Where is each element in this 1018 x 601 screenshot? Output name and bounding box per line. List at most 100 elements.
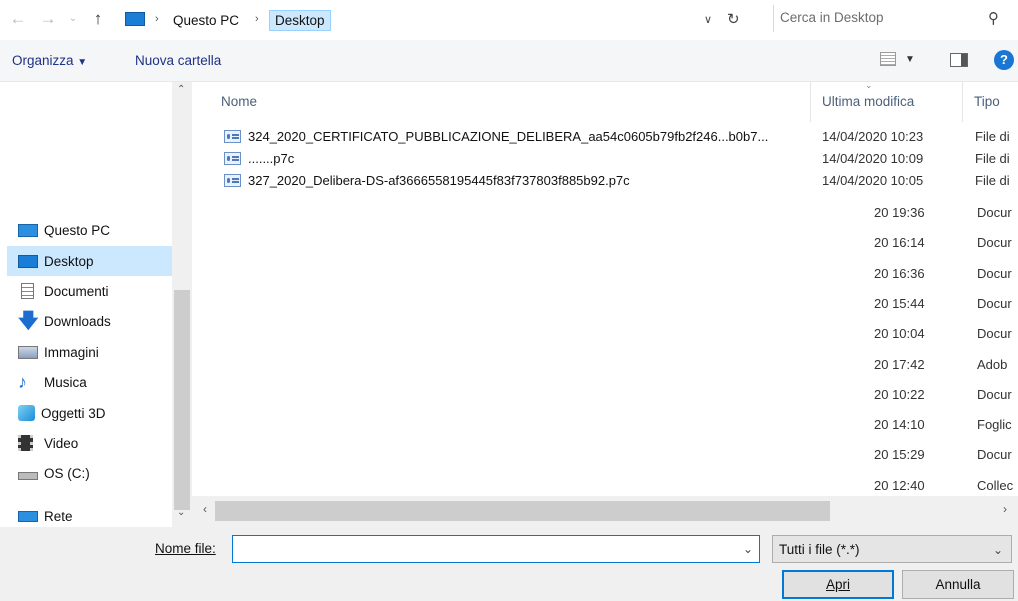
up-arrow-icon[interactable]: ↑ xyxy=(88,9,108,29)
address-dropdown-icon[interactable]: ∨ xyxy=(704,13,712,26)
breadcrumb-desktop[interactable]: Desktop xyxy=(269,10,331,31)
cancel-button[interactable]: Annulla xyxy=(902,570,1014,599)
nav-item-questo-pc[interactable]: Questo PC xyxy=(7,215,173,245)
organize-label: Organizza xyxy=(12,53,74,68)
nav-scroll-down-icon[interactable]: ⌄ xyxy=(177,507,185,518)
nav-item-immagini[interactable]: Immagini xyxy=(7,337,173,367)
help-icon[interactable]: ? xyxy=(994,50,1014,70)
filename-input[interactable] xyxy=(233,536,733,562)
dialog-footer: Nome file: ⌄ Tutti i file (*.*) ⌄ Apri A… xyxy=(0,527,1018,601)
preview-pane-icon[interactable] xyxy=(950,53,968,67)
view-options-icon[interactable] xyxy=(880,52,896,66)
sort-indicator-icon: ⌄ xyxy=(865,82,873,90)
organize-button[interactable]: Organizza ▼ xyxy=(12,53,87,68)
partial-row-type: Docur xyxy=(977,265,1012,281)
search-input[interactable] xyxy=(774,5,974,30)
partial-row-type: Docur xyxy=(977,386,1012,402)
partial-row-type: Docur xyxy=(977,205,1012,220)
nav-label: Musica xyxy=(44,374,87,390)
breadcrumb-questo-pc[interactable]: Questo PC xyxy=(173,13,239,28)
forward-arrow-icon[interactable]: → xyxy=(38,9,58,29)
filter-dropdown-icon: ⌄ xyxy=(992,543,1003,557)
nav-item-desktop[interactable]: Desktop xyxy=(7,246,173,276)
nav-label: Oggetti 3D xyxy=(41,405,106,421)
file-name: .......p7c xyxy=(248,151,295,166)
nav-item-oggetti-3d[interactable]: Oggetti 3D xyxy=(7,398,173,428)
nav-label: Rete xyxy=(44,508,73,524)
document-icon xyxy=(21,283,34,299)
search-icon[interactable]: ⚲ xyxy=(988,9,999,27)
file-list: Nome Ultima modifica ⌄ Tipo 324_2020_CER… xyxy=(192,82,1018,496)
file-type: File di xyxy=(975,173,1010,188)
new-folder-button[interactable]: Nuova cartella xyxy=(135,53,221,68)
nav-label: Video xyxy=(44,435,79,451)
partial-row-type: Docur xyxy=(977,447,1012,463)
nav-label: Immagini xyxy=(44,344,99,360)
view-chevron-down-icon[interactable]: ▼ xyxy=(905,54,915,65)
partial-row-type: Docur xyxy=(977,326,1012,342)
pc-icon xyxy=(18,223,38,237)
download-arrow-icon: 🡇 xyxy=(18,310,39,332)
filename-dropdown-icon[interactable]: ⌄ xyxy=(743,542,753,556)
breadcrumb-separator-icon: › xyxy=(155,13,159,25)
horizontal-scroll-thumb[interactable] xyxy=(215,501,830,521)
pictures-icon xyxy=(18,345,38,359)
file-row[interactable]: 327_2020_Delibera-DS-af3666558195445f83f… xyxy=(222,170,1018,192)
film-icon xyxy=(18,435,33,451)
column-header-type[interactable]: Tipo xyxy=(974,94,1000,109)
nav-item-os-c[interactable]: OS (C:) xyxy=(7,458,173,488)
certificate-file-icon xyxy=(224,174,241,187)
partial-row-time: 20 10:22 xyxy=(874,386,925,402)
address-bar[interactable]: › Questo PC › Desktop ∨ ↻ xyxy=(118,6,758,33)
search-box[interactable]: ⚲ xyxy=(773,5,1007,32)
pc-icon xyxy=(125,12,145,26)
file-name: 327_2020_Delibera-DS-af3666558195445f83f… xyxy=(248,173,630,188)
address-row: ← → ⌄ ↑ › Questo PC › Desktop ∨ ↻ ⚲ xyxy=(0,0,1018,40)
file-date: 14/04/2020 10:23 xyxy=(822,129,924,144)
open-button-label: Apri xyxy=(825,577,850,592)
refresh-icon[interactable]: ↻ xyxy=(727,10,740,28)
partial-row-type: Docur xyxy=(977,295,1012,311)
nav-label: Questo PC xyxy=(44,222,111,238)
filename-combobox[interactable]: ⌄ xyxy=(232,535,760,563)
nav-label: Desktop xyxy=(44,253,94,269)
drive-icon xyxy=(18,472,38,480)
nav-scroll-thumb[interactable] xyxy=(174,290,190,510)
file-type: File di xyxy=(975,129,1010,144)
command-bar: Organizza ▼ Nuova cartella ▼ ? xyxy=(0,40,1018,82)
scroll-right-icon[interactable]: › xyxy=(1003,502,1007,516)
nav-label: Downloads xyxy=(44,313,111,329)
file-type-filter[interactable]: Tutti i file (*.*) ⌄ xyxy=(772,535,1012,563)
column-divider xyxy=(962,82,963,122)
file-type: File di xyxy=(975,151,1010,166)
file-row[interactable]: .......p7c 14/04/2020 10:09 File di xyxy=(222,148,1018,170)
file-date: 14/04/2020 10:09 xyxy=(822,151,924,166)
nav-item-documenti[interactable]: Documenti xyxy=(7,276,173,306)
recent-chevron-icon[interactable]: ⌄ xyxy=(63,9,83,29)
partial-row-time: 20 16:36 xyxy=(874,265,925,281)
open-button[interactable]: Apri xyxy=(782,570,894,599)
chevron-down-icon: ▼ xyxy=(77,57,88,68)
desktop-icon xyxy=(18,254,38,268)
column-header-date[interactable]: Ultima modifica xyxy=(822,94,914,109)
certificate-file-icon xyxy=(224,152,241,165)
scroll-left-icon[interactable]: ‹ xyxy=(203,502,207,516)
file-date: 14/04/2020 10:05 xyxy=(822,173,924,188)
partial-row-time: 20 12:40 xyxy=(874,477,925,493)
nav-item-downloads[interactable]: 🡇 Downloads xyxy=(7,306,173,336)
nav-label: OS (C:) xyxy=(44,465,90,481)
column-divider xyxy=(810,82,811,122)
certificate-file-icon xyxy=(224,130,241,143)
nav-item-musica[interactable]: ♪ Musica xyxy=(7,367,173,397)
column-header-name[interactable]: Nome xyxy=(221,94,257,109)
partial-row-type: Foglic xyxy=(977,417,1012,433)
nav-scroll-up-icon[interactable]: ⌃ xyxy=(177,84,185,95)
nav-item-video[interactable]: Video xyxy=(7,428,173,458)
partial-row-type: Collec xyxy=(977,477,1014,493)
back-arrow-icon[interactable]: ← xyxy=(8,9,28,29)
file-row[interactable]: 324_2020_CERTIFICATO_PUBBLICAZIONE_DELIB… xyxy=(222,126,1018,148)
partial-row-type: Docur xyxy=(977,235,1012,251)
partial-row-type: Adob xyxy=(977,356,1008,372)
navigation-pane: ▲ Questo PC Desktop Documenti 🡇Downloads… xyxy=(0,82,192,527)
network-icon xyxy=(18,510,38,522)
